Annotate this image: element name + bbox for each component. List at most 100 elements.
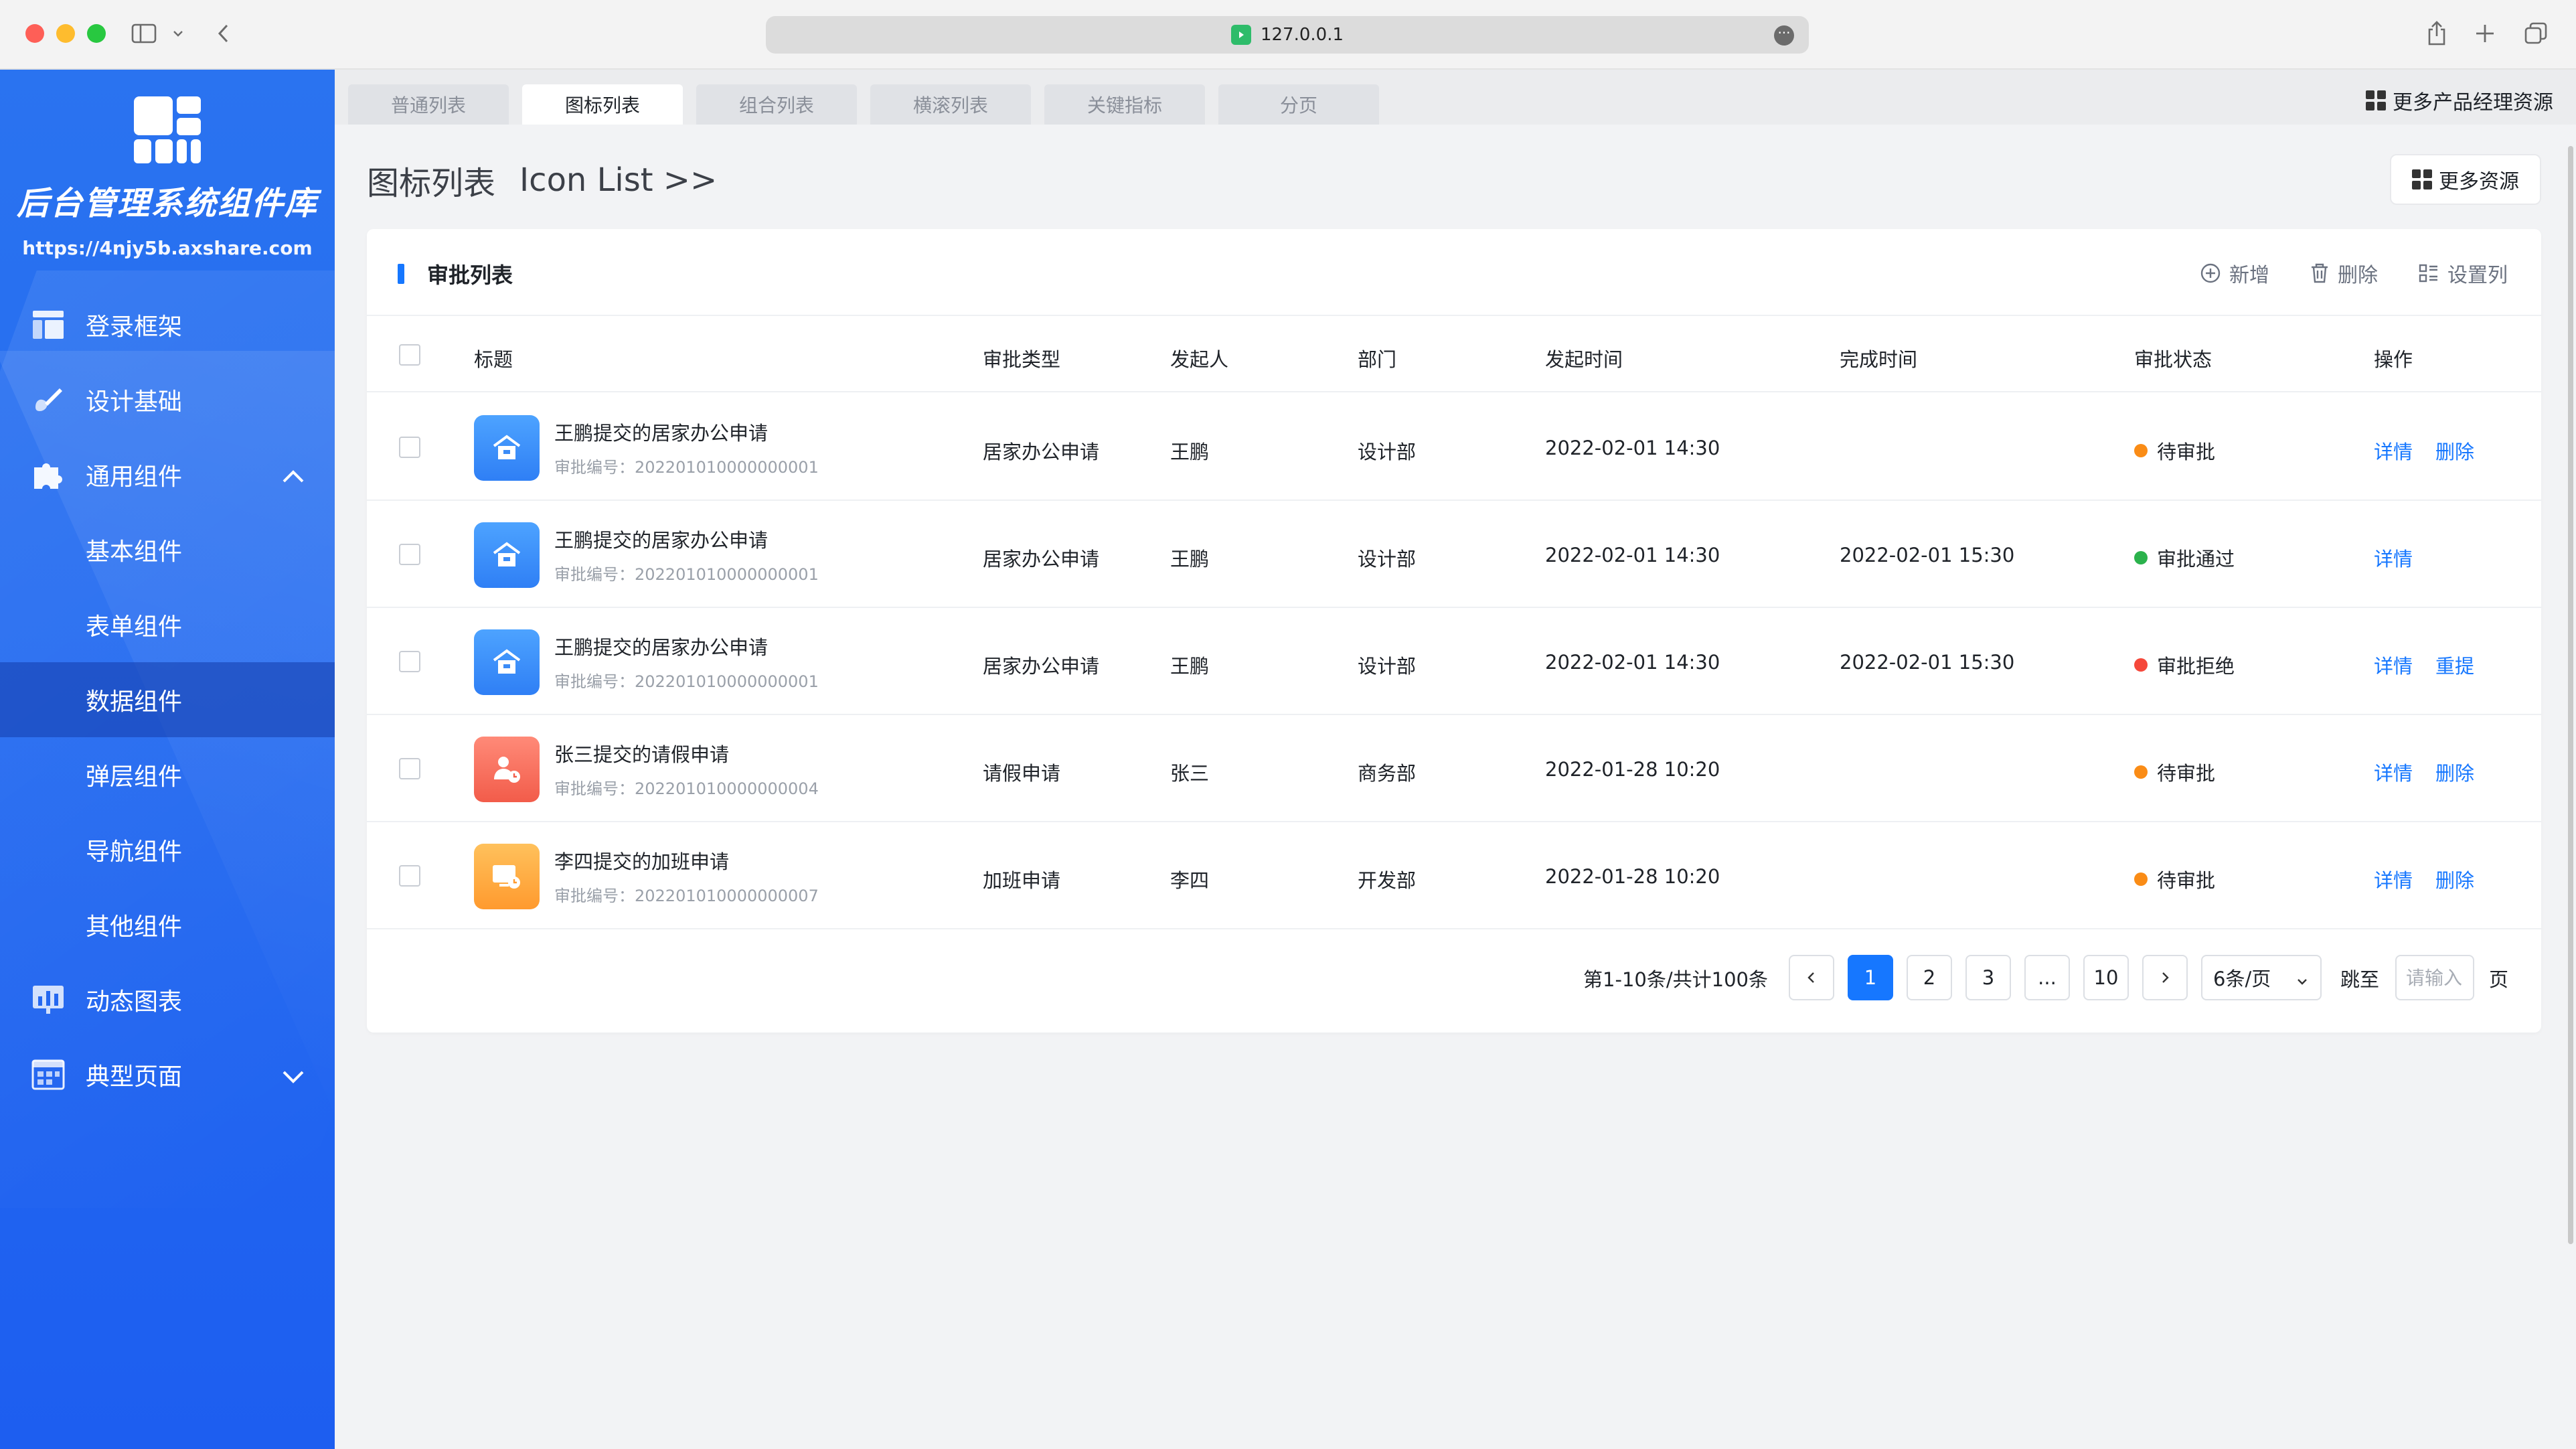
row-checkbox[interactable] xyxy=(399,544,420,565)
page-title-cn: 图标列表 xyxy=(367,165,496,202)
chevron-down-icon[interactable] xyxy=(281,1063,305,1090)
row-initiator: 王鹏 xyxy=(1170,548,1210,570)
add-button[interactable]: 新增 xyxy=(2200,258,2269,288)
page-size-select[interactable]: 6条/页 xyxy=(2201,955,2322,1000)
screen-clock-icon xyxy=(474,844,540,909)
delete-link[interactable]: 删除 xyxy=(2435,437,2474,465)
sidebar-item-basic-components[interactable]: 基本组件 xyxy=(0,512,335,587)
tab-key-metrics[interactable]: 关键指标 xyxy=(1044,84,1205,125)
more-icon[interactable]: ··· xyxy=(1774,25,1794,46)
row-title[interactable]: 李四提交的加班申请 xyxy=(554,846,729,874)
row-title[interactable]: 王鹏提交的居家办公申请 xyxy=(554,418,768,446)
more-resources-button[interactable]: 更多资源 xyxy=(2390,154,2541,205)
col-start-time: 发起时间 xyxy=(1545,348,1623,371)
row-checkbox[interactable] xyxy=(399,758,420,779)
approval-list-card: 审批列表 新增 删除 设置列 标题 审批类型 发起人 部门 发起时间 完成时间 … xyxy=(367,229,2541,1033)
page-button-3[interactable]: 3 xyxy=(1965,955,2011,1000)
back-icon[interactable] xyxy=(216,17,232,50)
row-approval-no: 审批编号：202201010000000001 xyxy=(554,565,819,584)
table-row: 王鹏提交的居家办公申请 审批编号：202201010000000001 居家办公… xyxy=(367,501,2541,608)
col-actions: 操作 xyxy=(2374,348,2413,371)
jump-page-input[interactable] xyxy=(2395,955,2474,1000)
sidebar-item-other-components[interactable]: 其他组件 xyxy=(0,887,335,962)
sidebar-item-layer-components[interactable]: 弹层组件 xyxy=(0,737,335,812)
sidebar-item-data-components[interactable]: 数据组件 xyxy=(0,662,335,737)
add-label: 新增 xyxy=(2229,264,2269,287)
tab-pagination[interactable]: 分页 xyxy=(1218,84,1379,125)
status-text: 待审批 xyxy=(2157,762,2216,785)
resubmit-link[interactable]: 重提 xyxy=(2435,651,2474,679)
sidebar-item-typical-pages[interactable]: 典型页面 xyxy=(0,1037,335,1112)
tab-scroll-list[interactable]: 横滚列表 xyxy=(870,84,1031,125)
address-bar[interactable]: 127.0.0.1 ··· xyxy=(766,16,1809,54)
page-ellipsis-button[interactable]: ... xyxy=(2024,955,2070,1000)
set-columns-button[interactable]: 设置列 xyxy=(2418,258,2508,288)
jump-to-label: 跳至 xyxy=(2340,968,2380,991)
brand-title: 后台管理系统组件库 xyxy=(16,185,318,222)
delete-link[interactable]: 删除 xyxy=(2435,758,2474,786)
chevron-up-icon[interactable] xyxy=(281,463,305,490)
status-text: 待审批 xyxy=(2157,869,2216,892)
puzzle-icon xyxy=(29,456,67,493)
row-checkbox[interactable] xyxy=(399,865,420,887)
detail-link[interactable]: 详情 xyxy=(2374,544,2413,572)
chevron-down-icon[interactable] xyxy=(171,17,185,50)
page-button-2[interactable]: 2 xyxy=(1907,955,1952,1000)
row-title[interactable]: 王鹏提交的居家办公申请 xyxy=(554,632,768,660)
tab-combo-list[interactable]: 组合列表 xyxy=(696,84,857,125)
row-approval-no: 审批编号：202201010000000007 xyxy=(554,887,819,905)
close-window-button[interactable] xyxy=(25,24,44,43)
row-title[interactable]: 张三提交的请假申请 xyxy=(554,739,729,767)
tab-icon-list[interactable]: 图标列表 xyxy=(522,84,683,125)
sidebar-item-nav-components[interactable]: 导航组件 xyxy=(0,812,335,887)
page-scrollbar[interactable] xyxy=(2565,139,2576,1251)
sidebar-item-form-components[interactable]: 表单组件 xyxy=(0,587,335,662)
sidebar: 后台管理系统组件库 https://4njy5b.axshare.com 登录框… xyxy=(0,70,335,1449)
detail-link[interactable]: 详情 xyxy=(2374,865,2413,893)
next-page-button[interactable] xyxy=(2142,955,2188,1000)
sidebar-item-label: 导航组件 xyxy=(86,838,183,866)
sidebar-item-common-components[interactable]: 通用组件 xyxy=(0,437,335,512)
sidebar-toggle-icon[interactable] xyxy=(131,17,158,50)
detail-link[interactable]: 详情 xyxy=(2374,758,2413,786)
page-title: 图标列表 Icon List >> xyxy=(367,157,717,204)
sidebar-item-login-frame[interactable]: 登录框架 xyxy=(0,287,335,362)
more-pm-resources-link[interactable]: 更多产品经理资源 xyxy=(2366,84,2553,117)
page-title-en[interactable]: Icon List >> xyxy=(519,161,717,199)
row-type: 居家办公申请 xyxy=(983,548,1100,570)
select-all-checkbox[interactable] xyxy=(399,344,420,366)
sidebar-item-dynamic-charts[interactable]: 动态图表 xyxy=(0,962,335,1037)
delete-label: 删除 xyxy=(2338,264,2378,287)
row-start-time: 2022-02-01 14:30 xyxy=(1545,544,1720,566)
maximize-window-button[interactable] xyxy=(87,24,106,43)
browser-toolbar: 127.0.0.1 ··· xyxy=(0,0,2576,70)
row-checkbox[interactable] xyxy=(399,437,420,458)
sidebar-menu: 登录框架 设计基础 通用组件 基本组件 表单组件 数据组件 弹层组件 导航组件 … xyxy=(0,287,335,1112)
delete-button[interactable]: 删除 xyxy=(2310,258,2378,288)
new-tab-icon[interactable] xyxy=(2474,17,2496,50)
row-initiator: 王鹏 xyxy=(1170,655,1210,678)
brand-url[interactable]: https://4njy5b.axshare.com xyxy=(0,237,335,259)
row-title[interactable]: 王鹏提交的居家办公申请 xyxy=(554,525,768,553)
title-accent-bar xyxy=(398,264,404,284)
row-type: 居家办公申请 xyxy=(983,441,1100,463)
minimize-window-button[interactable] xyxy=(56,24,75,43)
sidebar-item-label: 表单组件 xyxy=(86,613,183,641)
tab-overview-icon[interactable] xyxy=(2524,17,2548,50)
logo-icon xyxy=(134,96,201,163)
page-button-1[interactable]: 1 xyxy=(1848,955,1893,1000)
home-icon xyxy=(474,629,540,695)
row-dept: 设计部 xyxy=(1358,655,1417,678)
row-checkbox[interactable] xyxy=(399,651,420,672)
detail-link[interactable]: 详情 xyxy=(2374,651,2413,679)
row-start-time: 2022-01-28 10:20 xyxy=(1545,865,1720,888)
share-icon[interactable] xyxy=(2426,17,2447,50)
row-dept: 设计部 xyxy=(1358,548,1417,570)
page-button-10[interactable]: 10 xyxy=(2083,955,2129,1000)
sidebar-item-design-basics[interactable]: 设计基础 xyxy=(0,362,335,437)
tab-normal-list[interactable]: 普通列表 xyxy=(348,84,509,125)
detail-link[interactable]: 详情 xyxy=(2374,437,2413,465)
row-approval-no: 审批编号：202201010000000001 xyxy=(554,672,819,691)
prev-page-button[interactable] xyxy=(1789,955,1834,1000)
delete-link[interactable]: 删除 xyxy=(2435,865,2474,893)
